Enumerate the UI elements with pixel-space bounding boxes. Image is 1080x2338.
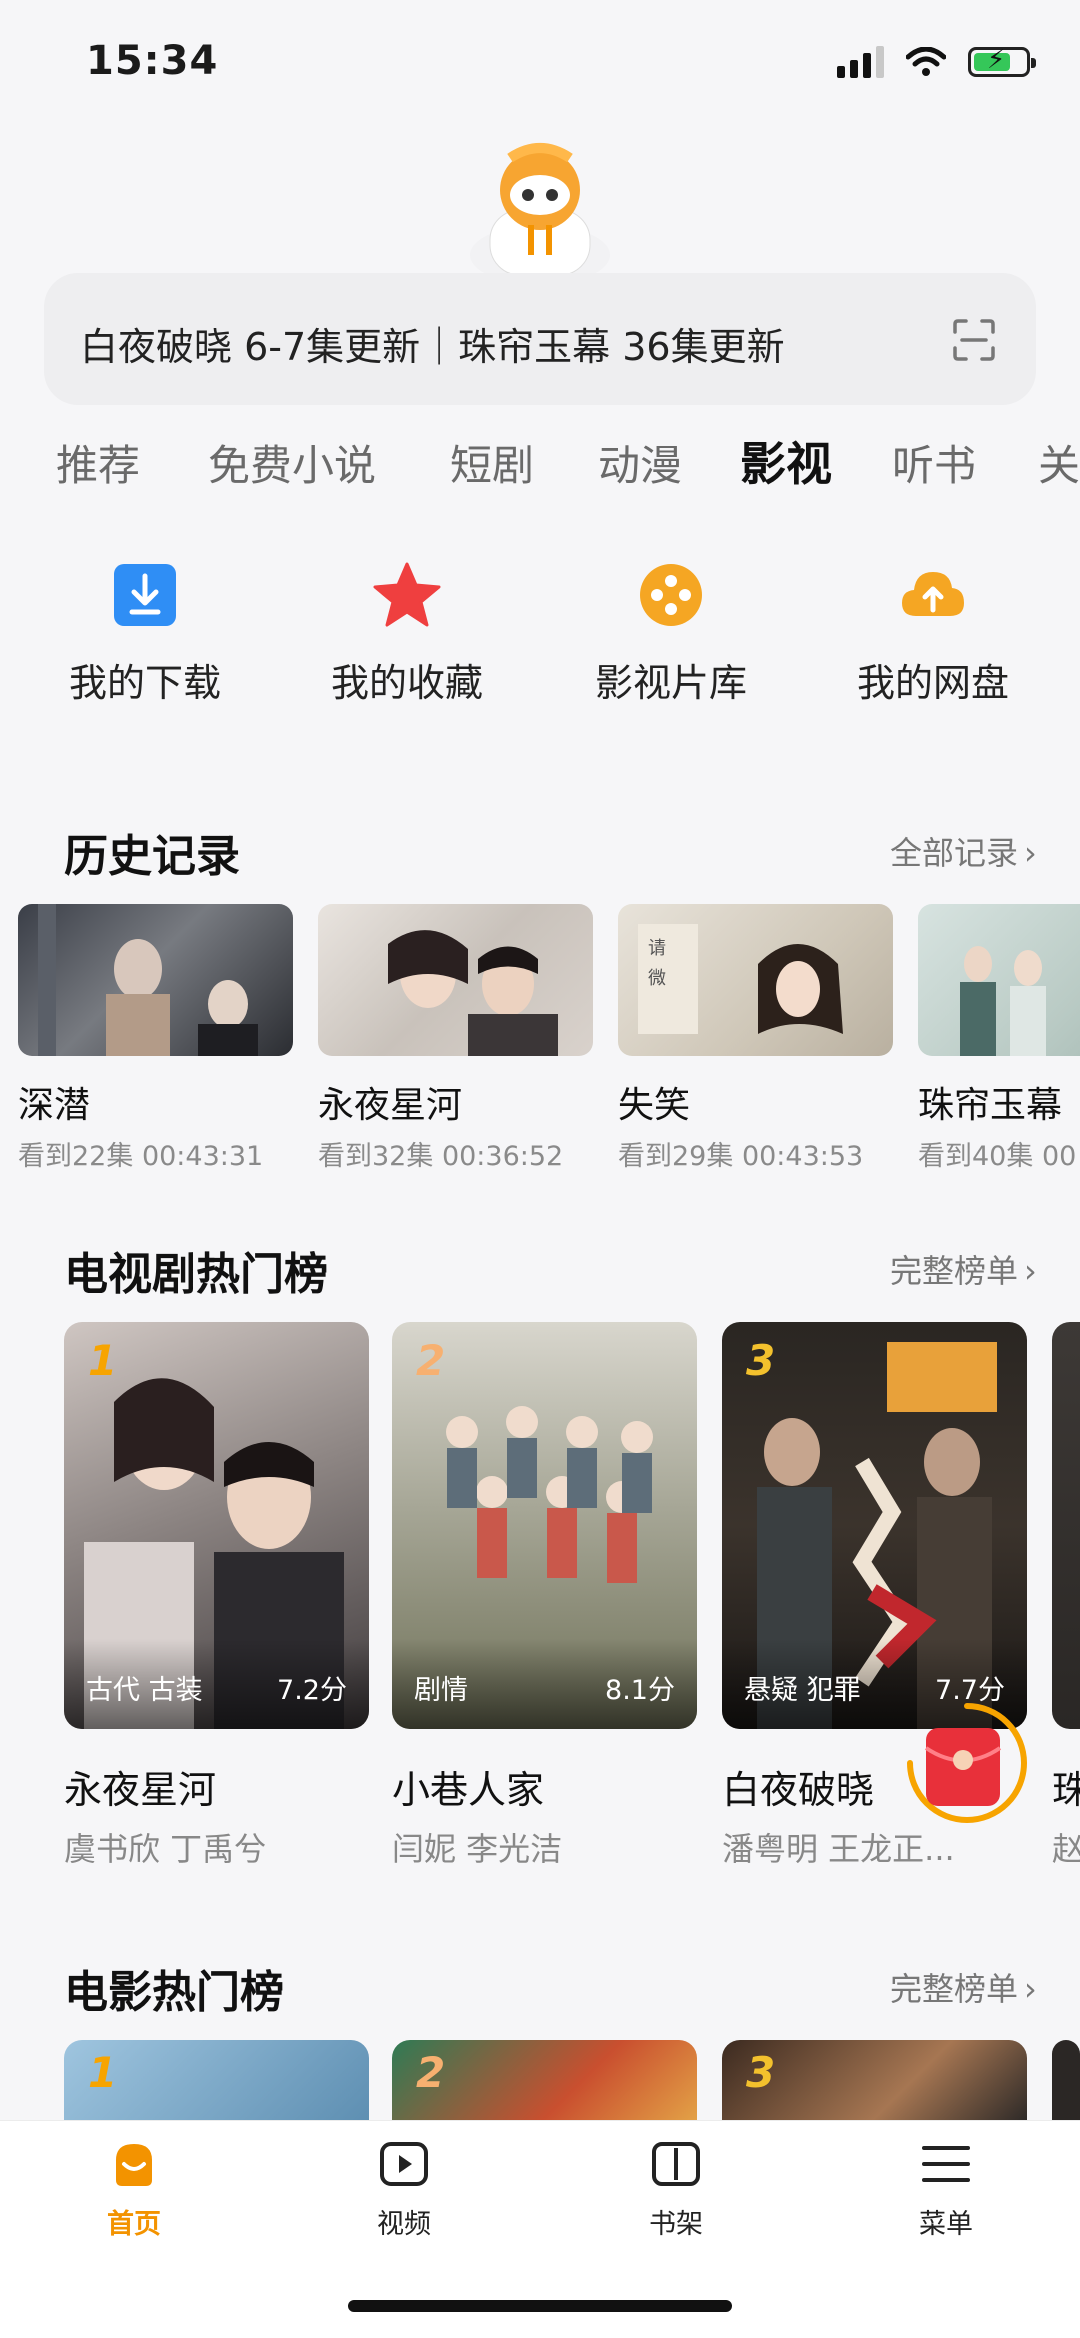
film-reel-icon bbox=[640, 564, 702, 626]
tab-audiobook[interactable]: 听书 bbox=[892, 432, 976, 493]
poster-score: 8.1分 bbox=[605, 1675, 675, 1706]
poster-image: 2 剧情 8.1分 bbox=[392, 1322, 697, 1729]
history-item-title: 珠帘玉幕 bbox=[918, 1085, 1063, 1126]
quick-label: 我的下载 bbox=[68, 661, 221, 705]
rank-number: 1 bbox=[88, 1336, 118, 1385]
poster-image: 1 古代 古装 7.2分 bbox=[64, 1322, 369, 1729]
history-item-title: 失笑 bbox=[618, 1085, 691, 1126]
nav-label: 菜单 bbox=[919, 2209, 973, 2240]
svg-text:请: 请 bbox=[648, 938, 666, 959]
chevron-right-icon: › bbox=[1024, 1970, 1037, 2008]
quick-my-cloud[interactable]: 我的网盘 bbox=[838, 560, 1028, 707]
tab-recommend[interactable]: 推荐 bbox=[56, 432, 140, 493]
history-item[interactable]: 永夜星河 看到32集 00:36:52 bbox=[318, 904, 593, 1173]
history-thumbnail bbox=[918, 904, 1080, 1056]
home-indicator bbox=[348, 2300, 732, 2312]
history-item-progress: 看到40集 00 bbox=[918, 1141, 1077, 1172]
history-thumbnail bbox=[318, 904, 593, 1056]
movie-rank-item[interactable]: 2 bbox=[392, 2040, 697, 2120]
history-thumbnail: 请微 bbox=[618, 904, 893, 1056]
rank-number: 3 bbox=[746, 2048, 776, 2097]
nav-label: 视频 bbox=[377, 2209, 431, 2240]
history-item-progress: 看到32集 00:36:52 bbox=[318, 1141, 564, 1172]
menu-icon bbox=[922, 2146, 970, 2182]
poster-title: 珠 bbox=[1052, 1768, 1080, 1812]
nav-home[interactable]: 首页 bbox=[64, 2136, 204, 2241]
poster-cast: 闫妮 李光洁 bbox=[392, 1830, 563, 1868]
history-item[interactable]: 深潜 看到22集 00:43:31 bbox=[18, 904, 293, 1173]
poster-title: 小巷人家 bbox=[392, 1768, 545, 1812]
quick-film-library[interactable]: 影视片库 bbox=[576, 560, 766, 707]
nav-label: 首页 bbox=[107, 2209, 161, 2240]
nav-bookshelf[interactable]: 书架 bbox=[606, 2136, 746, 2241]
battery-icon: ⚡ bbox=[968, 45, 1036, 77]
history-title: 历史记录 bbox=[64, 831, 240, 882]
tab-anime[interactable]: 动漫 bbox=[598, 432, 682, 493]
poster-image bbox=[1052, 1322, 1080, 1729]
rank-number: 2 bbox=[416, 1336, 446, 1385]
tv-rank-more-link[interactable]: 完整榜单 › bbox=[890, 1246, 1037, 1292]
movie-rank-item[interactable]: 3 bbox=[722, 2040, 1027, 2120]
poster-tags: 悬疑 犯罪 bbox=[744, 1675, 861, 1706]
tv-rank-item[interactable]: 珠 赵 bbox=[1052, 1322, 1080, 1870]
poster-cast: 赵 bbox=[1052, 1830, 1080, 1868]
wifi-icon bbox=[906, 47, 946, 76]
poster-score: 7.2分 bbox=[277, 1675, 347, 1706]
home-icon bbox=[116, 2144, 152, 2186]
poster-cast: 虞书欣 丁禹兮 bbox=[64, 1830, 267, 1868]
mascot-icon bbox=[470, 143, 610, 275]
history-thumbnail bbox=[18, 904, 293, 1056]
svg-text:微: 微 bbox=[648, 968, 666, 989]
quick-label: 影视片库 bbox=[594, 661, 747, 705]
nav-label: 书架 bbox=[649, 2209, 703, 2240]
quick-my-downloads[interactable]: 我的下载 bbox=[50, 560, 240, 707]
poster-image: 3 悬疑 犯罪 7.7分 bbox=[722, 1322, 1027, 1729]
quick-my-favorites[interactable]: 我的收藏 bbox=[312, 560, 502, 707]
history-more-link[interactable]: 全部记录 › bbox=[890, 828, 1037, 874]
video-icon bbox=[380, 2142, 428, 2186]
red-packet-icon[interactable] bbox=[902, 1698, 1032, 1828]
search-hint[interactable]: 白夜破晓 6-7集更新｜珠帘玉幕 36集更新 bbox=[80, 316, 785, 371]
movie-rank-item[interactable]: 1 bbox=[64, 2040, 369, 2120]
rank-number: 2 bbox=[416, 2048, 446, 2097]
category-tabs: 推荐 免费小说 短剧 动漫 影视 听书 关 bbox=[0, 422, 1080, 502]
chevron-right-icon: › bbox=[1024, 834, 1037, 872]
signal-icon bbox=[837, 46, 884, 78]
history-item-title: 深潜 bbox=[18, 1085, 91, 1126]
history-item-progress: 看到29集 00:43:53 bbox=[618, 1141, 864, 1172]
quick-label: 我的收藏 bbox=[330, 661, 483, 705]
chevron-right-icon: › bbox=[1024, 1252, 1037, 1290]
tab-short-drama[interactable]: 短剧 bbox=[450, 432, 534, 493]
movie-rank-item[interactable] bbox=[1052, 2040, 1080, 2120]
history-item[interactable]: 请微 失笑 看到29集 00:43:53 bbox=[618, 904, 893, 1173]
scan-icon[interactable] bbox=[952, 318, 996, 362]
nav-video[interactable]: 视频 bbox=[334, 2136, 474, 2241]
tab-follow[interactable]: 关 bbox=[1038, 432, 1080, 493]
bookshelf-icon bbox=[652, 2142, 700, 2186]
tab-film-tv[interactable]: 影视 bbox=[740, 428, 832, 494]
rank-number: 3 bbox=[746, 1336, 776, 1385]
tab-free-novel[interactable]: 免费小说 bbox=[208, 432, 376, 493]
tv-rank-item[interactable]: 2 剧情 8.1分 小巷人家 闫妮 李光洁 bbox=[392, 1322, 697, 1870]
history-item-title: 永夜星河 bbox=[318, 1085, 463, 1126]
nav-menu[interactable]: 菜单 bbox=[876, 2136, 1016, 2241]
tv-rank-item[interactable]: 1 古代 古装 7.2分 永夜星河 虞书欣 丁禹兮 bbox=[64, 1322, 369, 1870]
poster-cast: 潘粤明 王龙正... bbox=[722, 1830, 955, 1868]
movie-rank-title: 电影热门榜 bbox=[64, 1967, 284, 2018]
status-time: 15:34 bbox=[86, 38, 219, 84]
history-item-progress: 看到22集 00:43:31 bbox=[18, 1141, 264, 1172]
poster-title: 永夜星河 bbox=[64, 1768, 217, 1812]
poster-tags: 剧情 bbox=[414, 1675, 468, 1706]
quick-label: 我的网盘 bbox=[856, 661, 1009, 705]
status-icons: ⚡ bbox=[837, 45, 1036, 78]
star-icon bbox=[373, 562, 441, 627]
poster-tags: 古代 古装 bbox=[86, 1675, 203, 1706]
download-icon bbox=[114, 564, 176, 626]
movie-rank-more-link[interactable]: 完整榜单 › bbox=[890, 1964, 1037, 2010]
cloud-upload-icon bbox=[902, 572, 964, 616]
tv-rank-title: 电视剧热门榜 bbox=[64, 1249, 328, 1300]
history-item[interactable]: 珠帘玉幕 看到40集 00 bbox=[918, 904, 1080, 1173]
rank-number: 1 bbox=[88, 2048, 118, 2097]
